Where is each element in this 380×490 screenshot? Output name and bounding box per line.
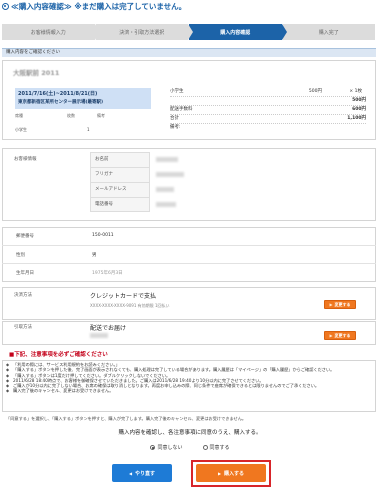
ticket-table-header: 席種 枚数 備考 — [15, 113, 105, 118]
payment-label: 決済方法 — [14, 293, 32, 298]
agree-text: 購入内容を確認し、各注意事項に同意のうえ、購入する。 — [118, 430, 262, 436]
payment-detail: XXXX-XXXX-XXXX-9091 有効期限 1回払い — [90, 303, 170, 308]
arrow-right-icon: ▶ — [329, 333, 333, 338]
arrow-left-icon: ◀ — [128, 470, 133, 476]
page-title-text: ≪購入内容確認≫ ※まだ購入は完了していません。 — [11, 2, 187, 11]
redacted-kana — [156, 172, 184, 177]
shop-name: 大阪駅前 2011 — [13, 69, 60, 77]
gender-row: 性別 男 — [2, 245, 376, 263]
ticket-table-row: 小学生 1 — [15, 127, 90, 132]
radio-disagree[interactable]: 同意する — [202, 444, 230, 451]
radio-agree[interactable]: 同意しない — [150, 444, 183, 451]
arrow-right-icon: ▶ — [217, 470, 222, 476]
delivery-label: 引取方法 — [14, 325, 32, 330]
remarks-row: 備考: — [170, 123, 366, 132]
customer-info-box — [2, 148, 376, 221]
redacted-name — [156, 157, 178, 162]
payment-title: クレジットカードで支払 — [90, 293, 157, 300]
arrow-right-icon: ▶ — [329, 302, 333, 307]
shipping-fee-row: 配送手数料 600円 — [170, 105, 366, 112]
redacted-phone — [156, 202, 176, 207]
notes-title: ■下記、注意事項を必ずご確認ください — [9, 352, 108, 358]
note-item: 購入完了後のキャンセル、変更はお受けできません。 — [6, 388, 372, 394]
total-row: 合計 1,100円 — [170, 114, 366, 121]
change-delivery-button[interactable]: ▶ 変更する — [324, 331, 356, 340]
page-title: ≪購入内容確認≫ ※まだ購入は完了していません。 — [2, 1, 186, 12]
buy-button[interactable]: ▶ 購入する — [196, 464, 266, 482]
step-customer-info: お客様情報入力 — [2, 24, 99, 40]
agreement-radio-group: 同意しない 同意する — [0, 444, 380, 451]
field-name: お名前 — [90, 152, 150, 167]
back-button[interactable]: ◀ やり直す — [112, 464, 172, 482]
delivery-title: 配送でお届け — [90, 325, 127, 332]
field-email: メールアドレス — [90, 182, 150, 197]
field-phone: 電話番号 — [90, 197, 150, 212]
customer-info-label: お客様情報 — [14, 157, 37, 162]
event-venue: 東京都新宿区某所センター展示場(最寄駅) — [18, 100, 104, 105]
delivery-method-box — [2, 321, 376, 345]
notes-list: 「利用の際には、サービス利用規約をお読みください。」 「購入する」ボタンを押した… — [2, 362, 376, 394]
progress-steps: お客様情報入力 決済・引取方法選択 購入内容確認 購入完了 — [2, 24, 376, 40]
confirm-note: 「同意する」を選択し、「購入する」ボタンを押すと、購入が完了します。購入完了後の… — [6, 416, 247, 421]
change-payment-button[interactable]: ▶ 変更する — [324, 300, 356, 309]
step-payment-method: 決済・引取方法選択 — [95, 24, 193, 40]
redacted-address — [90, 333, 108, 338]
postal-row: 郵便番号 150-0011 — [16, 233, 114, 239]
payment-method-box — [2, 287, 376, 320]
birthday-row: 生年月日 1975年6月3日 — [2, 263, 376, 281]
redacted-email — [156, 187, 174, 192]
radio-button-icon[interactable] — [202, 445, 208, 450]
info-circle-icon — [2, 3, 9, 10]
section-heading: 購入内容をご確認ください — [2, 48, 376, 57]
event-date: 2011/7/16(土)~2011/8/21(日) — [18, 91, 98, 97]
step-complete: 購入完了 — [282, 24, 375, 40]
radio-button-icon[interactable] — [150, 445, 156, 450]
customer-fields: お名前 フリガナ メールアドレス 電話番号 — [90, 152, 150, 212]
product-line: 小学生 500円 × 1枚 — [170, 89, 362, 94]
subtotal-row: 500円 — [170, 96, 366, 105]
step-order-confirm: 購入内容確認 — [189, 24, 286, 40]
field-kana: フリガナ — [90, 167, 150, 182]
